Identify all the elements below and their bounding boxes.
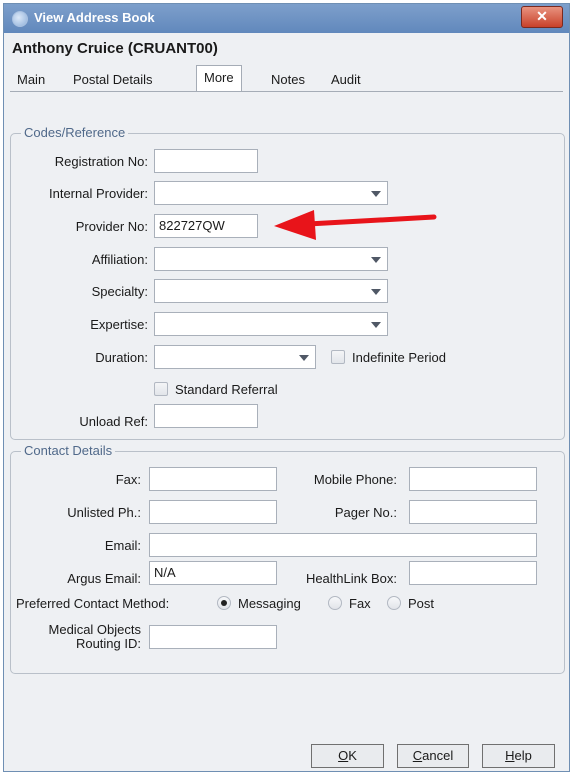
standard-referral-label: Standard Referral [175, 382, 278, 397]
indefinite-period-label: Indefinite Period [352, 350, 446, 365]
tab-audit[interactable]: Audit [324, 69, 368, 91]
help-button[interactable]: Help [482, 744, 555, 768]
tab-notes[interactable]: Notes [264, 69, 312, 91]
unlisted-phone-label: Unlisted Ph.: [67, 505, 141, 520]
chevron-down-icon [371, 191, 381, 197]
unload-ref-input[interactable] [154, 404, 258, 428]
internal-provider-dropdown[interactable] [154, 181, 388, 205]
email-input[interactable] [149, 533, 537, 557]
contact-name: Anthony Cruice (CRUANT00) [12, 40, 218, 57]
ok-accelerator: O [338, 748, 349, 763]
unlisted-phone-input[interactable] [149, 500, 277, 524]
window-title: View Address Book [34, 10, 155, 25]
codes-reference-title: Codes/Reference [21, 125, 129, 140]
tab-divider [10, 91, 563, 92]
registration-input[interactable] [154, 149, 258, 173]
medical-objects-label-line2: Routing ID: [75, 636, 141, 651]
unload-ref-label: Unload Ref: [79, 414, 148, 429]
healthlink-box-label: HealthLink Box: [305, 571, 397, 586]
preferred-fax-label: Fax [349, 596, 371, 611]
preferred-fax-radio[interactable] [328, 596, 342, 610]
medical-objects-routing-input[interactable] [149, 625, 277, 649]
ok-label: K [348, 748, 357, 763]
standard-referral-checkbox[interactable] [154, 382, 168, 396]
tab-postal-details[interactable]: Postal Details [66, 69, 159, 91]
provider-no-input[interactable]: 822727QW [154, 214, 258, 238]
expertise-dropdown[interactable] [154, 312, 388, 336]
pager-no-label: Pager No.: [334, 505, 397, 520]
close-button[interactable]: ✕ [521, 6, 563, 28]
help-label: elp [514, 748, 532, 763]
chevron-down-icon [371, 257, 381, 263]
fax-input[interactable] [149, 467, 277, 491]
cancel-button[interactable]: Cancel [397, 744, 469, 768]
specialty-dropdown[interactable] [154, 279, 388, 303]
email-label: Email: [104, 538, 141, 553]
indefinite-period-checkbox[interactable] [331, 350, 345, 364]
specialty-label: Specialty: [91, 284, 148, 299]
fax-label: Fax: [115, 472, 141, 487]
chevron-down-icon [371, 289, 381, 295]
tab-strip: Main Postal Details More Notes Audit [10, 65, 563, 92]
healthlink-box-input[interactable] [409, 561, 537, 585]
preferred-messaging-label: Messaging [238, 596, 301, 611]
ok-button[interactable]: OK [311, 744, 384, 768]
preferred-contact-label: Preferred Contact Method: [16, 596, 170, 611]
provider-no-label: Provider No: [75, 219, 148, 234]
medical-objects-label-line1: Medical Objects [48, 622, 141, 637]
address-book-window: View Address Book ✕ Anthony Cruice (CRUA… [3, 3, 570, 772]
preferred-post-radio[interactable] [387, 596, 401, 610]
affiliation-label: Affiliation: [91, 252, 148, 267]
preferred-post-label: Post [408, 596, 435, 611]
app-icon [12, 11, 28, 27]
expertise-label: Expertise: [90, 317, 148, 332]
cancel-label: ancel [422, 748, 454, 763]
annotation-arrow-icon [274, 210, 437, 240]
argus-email-input[interactable]: N/A [149, 561, 277, 585]
affiliation-dropdown[interactable] [154, 247, 388, 271]
mobile-phone-input[interactable] [409, 467, 537, 491]
help-accelerator: H [505, 748, 515, 763]
title-bar: View Address Book ✕ [4, 4, 569, 33]
internal-provider-label: Internal Provider: [49, 186, 148, 201]
close-icon: ✕ [536, 8, 548, 24]
cancel-accelerator: C [412, 748, 423, 763]
tab-more[interactable]: More [196, 65, 242, 92]
duration-dropdown[interactable] [154, 345, 316, 369]
tab-main[interactable]: Main [10, 69, 52, 91]
duration-label: Duration: [95, 350, 148, 365]
registration-label: Registration No: [54, 154, 148, 169]
mobile-phone-label: Mobile Phone: [313, 472, 397, 487]
argus-email-label: Argus Email: [67, 571, 141, 586]
chevron-down-icon [299, 355, 309, 361]
pager-no-input[interactable] [409, 500, 537, 524]
chevron-down-icon [371, 322, 381, 328]
contact-details-title: Contact Details [21, 443, 116, 458]
preferred-messaging-radio[interactable] [217, 596, 231, 610]
